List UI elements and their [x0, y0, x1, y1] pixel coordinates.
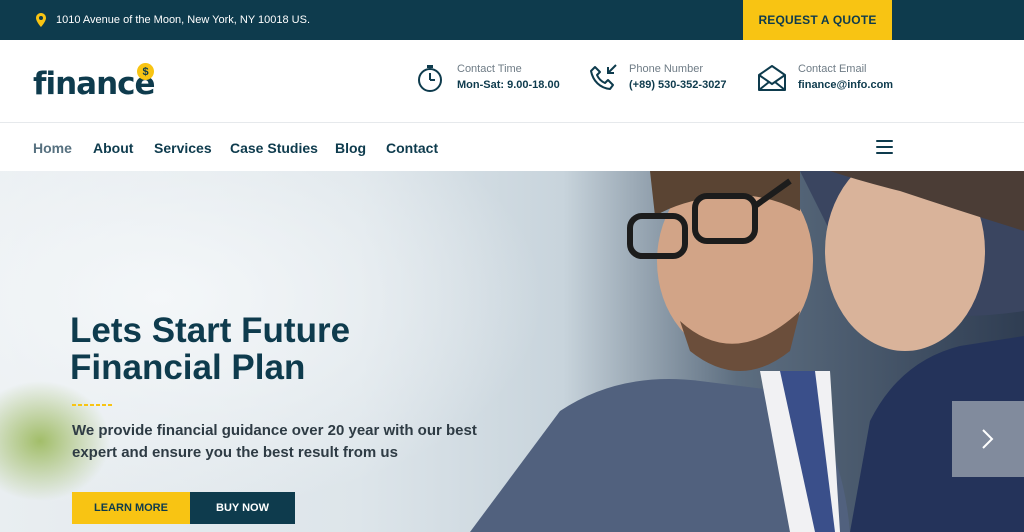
phone-icon: [590, 63, 617, 90]
stopwatch-icon: [418, 64, 442, 92]
nav-item-case-studies[interactable]: Case Studies: [230, 124, 318, 171]
buy-now-button[interactable]: BUY NOW: [190, 492, 295, 524]
contact-email-label: Contact Email: [798, 63, 867, 75]
contact-time: Contact Time Mon-Sat: 9.00-18.00: [416, 62, 560, 93]
site-header: finance Contact Time Mon-Sat: 9.00-18.00…: [0, 40, 1024, 123]
chevron-right-icon: [982, 429, 994, 449]
hero-banner: Lets Start Future Financial Plan We prov…: [0, 171, 1024, 532]
contact-phone-label: Phone Number: [629, 63, 703, 75]
main-nav: Home About Services Case Studies Blog Co…: [0, 124, 1024, 171]
nav-item-blog[interactable]: Blog: [335, 124, 366, 171]
hero-title-line-2: Financial Plan: [70, 348, 306, 387]
dollar-coin-icon: $: [137, 63, 154, 80]
hero-title: Lets Start Future Financial Plan: [70, 312, 490, 386]
location-pin-icon: [36, 13, 46, 27]
contact-phone: Phone Number (+89) 530-352-3027: [588, 62, 727, 93]
hero-divider: [72, 404, 112, 406]
request-quote-button[interactable]: REQUEST A QUOTE: [743, 0, 892, 40]
nav-item-services[interactable]: Services: [154, 124, 212, 171]
top-bar: 1010 Avenue of the Moon, New York, NY 10…: [0, 0, 1024, 40]
slider-next-button[interactable]: [952, 401, 1024, 477]
address-text: 1010 Avenue of the Moon, New York, NY 10…: [56, 14, 310, 26]
nav-item-home[interactable]: Home: [33, 124, 72, 171]
hero-title-line-1: Lets Start Future: [70, 311, 351, 350]
contact-email-value[interactable]: finance@info.com: [798, 77, 893, 93]
learn-more-button[interactable]: LEARN MORE: [72, 492, 190, 524]
contact-time-label: Contact Time: [457, 63, 522, 75]
address-line: 1010 Avenue of the Moon, New York, NY 10…: [36, 0, 310, 40]
hamburger-menu-icon[interactable]: [876, 140, 893, 154]
contact-time-value: Mon-Sat: 9.00-18.00: [457, 79, 560, 91]
hero-description: We provide financial guidance over 20 ye…: [72, 422, 477, 461]
contact-email: Contact Email finance@info.com: [757, 62, 893, 93]
envelope-icon: [758, 64, 786, 91]
nav-item-contact[interactable]: Contact: [386, 124, 438, 171]
contact-phone-value[interactable]: (+89) 530-352-3027: [629, 77, 727, 93]
nav-item-about[interactable]: About: [93, 124, 133, 171]
